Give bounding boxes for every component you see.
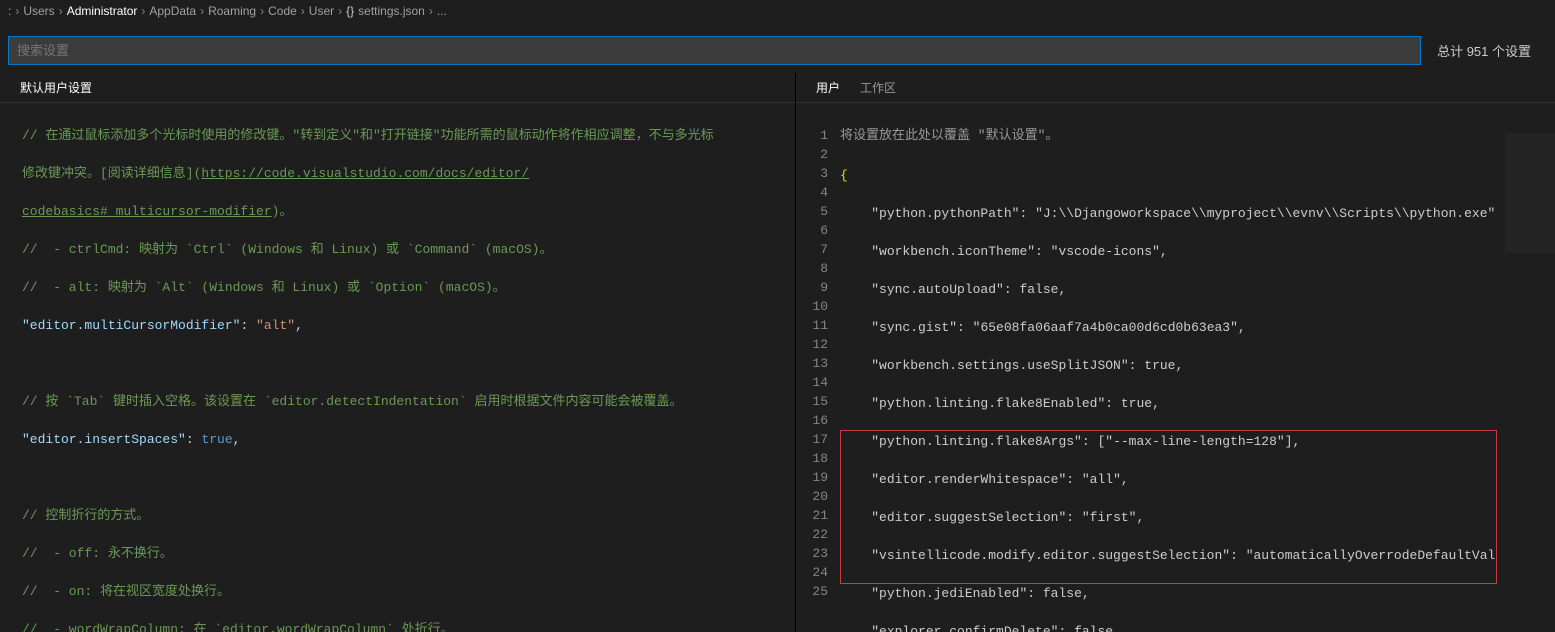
split-panels: 默认用户设置 // 在通过鼠标添加多个光标时使用的修改键。"转到定义"和"打开链…: [0, 73, 1555, 632]
crumb-user[interactable]: User: [309, 4, 334, 18]
json-file-icon: {}: [346, 4, 354, 18]
chevron-right-icon: ›: [59, 4, 63, 18]
right-panel-header: 用户 工作区: [796, 73, 1555, 103]
chevron-right-icon: ›: [141, 4, 145, 18]
crumb-more[interactable]: ...: [437, 4, 447, 18]
left-editor[interactable]: // 在通过鼠标添加多个光标时使用的修改键。"转到定义"和"打开链接"功能所需的…: [0, 103, 795, 632]
default-settings-panel: 默认用户设置 // 在通过鼠标添加多个光标时使用的修改键。"转到定义"和"打开链…: [0, 73, 796, 632]
chevron-right-icon: ›: [429, 4, 433, 18]
settings-search-row: 总计 951 个设置: [8, 36, 1547, 65]
chevron-right-icon: ›: [338, 4, 342, 18]
chevron-right-icon: ›: [200, 4, 204, 18]
tab-user[interactable]: 用户: [806, 79, 850, 96]
doc-link[interactable]: https://code.visualstudio.com/docs/edito…: [201, 166, 529, 181]
breadcrumb[interactable]: : › Users › Administrator › AppData › Ro…: [0, 0, 1555, 22]
line-gutter: 1234567891011121314151617181920212223242…: [796, 103, 840, 632]
crumb-root[interactable]: :: [8, 4, 11, 18]
crumb-users[interactable]: Users: [23, 4, 54, 18]
tab-workspace[interactable]: 工作区: [850, 79, 906, 96]
chevron-right-icon: ›: [260, 4, 264, 18]
crumb-admin[interactable]: Administrator: [67, 4, 138, 18]
code-comment: // 在通过鼠标添加多个光标时使用的修改键。"转到定义"和"打开链接"功能所需的…: [22, 128, 714, 143]
chevron-right-icon: ›: [301, 4, 305, 18]
crumb-roaming[interactable]: Roaming: [208, 4, 256, 18]
left-panel-header: 默认用户设置: [0, 73, 795, 103]
crumb-appdata[interactable]: AppData: [149, 4, 196, 18]
crumb-file[interactable]: settings.json: [358, 4, 425, 18]
user-settings-panel: 用户 工作区 123456789101112131415161718192021…: [796, 73, 1555, 632]
doc-link[interactable]: codebasics#_multicursor-modifier: [22, 204, 272, 219]
override-hint: 将设置放在此处以覆盖 "默认设置"。: [840, 126, 1555, 145]
search-input[interactable]: [8, 36, 1421, 65]
settings-count-label: 总计 951 个设置: [1421, 41, 1547, 60]
crumb-code[interactable]: Code: [268, 4, 297, 18]
right-editor[interactable]: 1234567891011121314151617181920212223242…: [796, 103, 1555, 632]
minimap[interactable]: [1505, 133, 1555, 253]
chevron-right-icon: ›: [15, 4, 19, 18]
default-user-settings-tab[interactable]: 默认用户设置: [10, 79, 102, 96]
